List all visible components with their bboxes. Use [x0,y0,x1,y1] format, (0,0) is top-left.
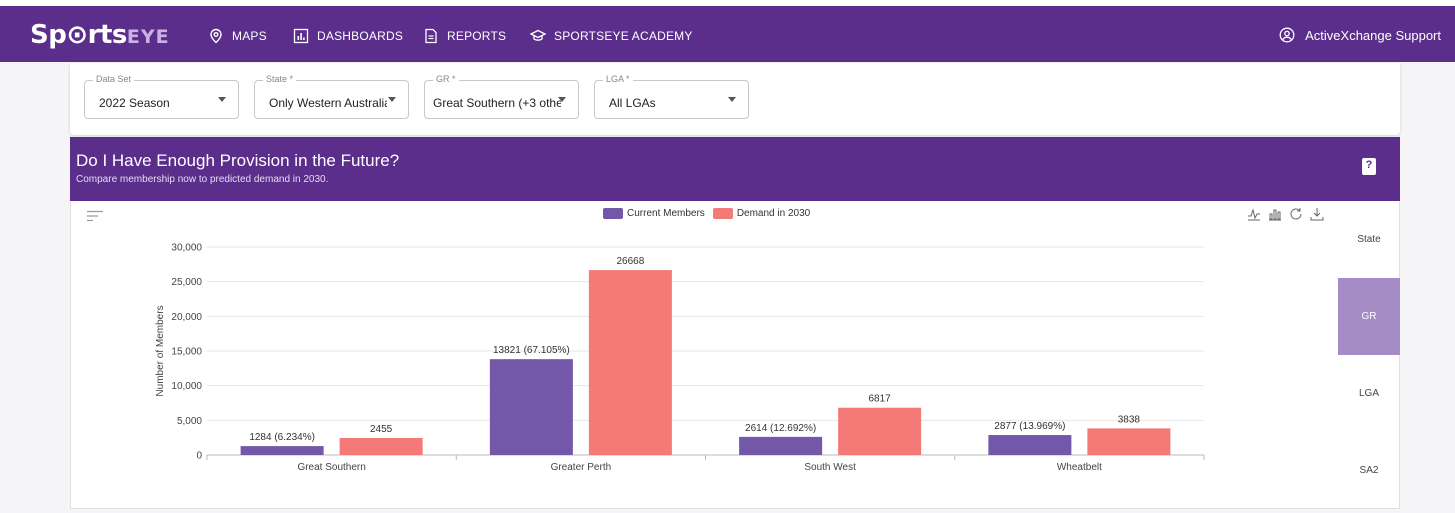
bar-current-members[interactable] [739,436,823,455]
help-icon[interactable]: ? [1362,158,1376,175]
nav-maps-label: MAPS [232,29,267,43]
state-select-label: State * [263,74,297,84]
y-tick-label: 0 [196,451,202,462]
tab-state-label: State [1357,234,1381,245]
bar-demand-2030[interactable] [1087,428,1171,455]
bar-current-members[interactable] [489,359,573,455]
document-icon [425,28,437,44]
bar-current-members[interactable] [240,446,324,455]
tab-gr[interactable]: GR [1338,278,1400,355]
user-avatar-icon [1279,27,1295,43]
bar-current-members[interactable] [988,435,1072,455]
tab-sa2-label: SA2 [1359,465,1379,476]
chevron-down-icon [218,97,226,102]
chart-card: Current Members Demand in 2030 0 5,000 10,… [70,201,1338,509]
dataset-select-value: 2022 Season [99,96,170,110]
tab-state[interactable]: State [1338,201,1400,278]
bar-demand-2030[interactable] [838,407,922,455]
user-menu[interactable]: ActiveXchange Support [1279,27,1441,43]
nav-dashboards[interactable]: DASHBOARDS [293,28,403,44]
top-navigation-bar: Sp⊙rtsEYE MAPS DASHBOARDS REPORTS SPORTS… [0,0,1455,62]
chevron-down-icon [558,97,566,102]
logo-text: Sp⊙rts [30,20,127,50]
state-select-value: Only Western Australia [269,96,387,110]
chevron-down-icon [728,97,736,102]
nav-reports[interactable]: REPORTS [423,28,506,44]
y-tick-label: 5,000 [177,416,202,427]
level-tabs: State GR LGA SA2 [1338,201,1400,509]
data-label: 13821 (67.105%) [493,345,570,356]
panel-subtitle: Compare membership now to predicted dema… [76,174,329,185]
bar-demand-2030[interactable] [588,270,672,455]
tab-sa2[interactable]: SA2 [1338,432,1400,509]
dataset-select-label: Data Set [93,74,135,84]
logo-eye-text: EYE [126,26,170,48]
tab-lga[interactable]: LGA [1338,355,1400,432]
panel-header: Do I Have Enough Provision in the Future… [70,137,1400,201]
bar-demand-2030[interactable] [339,437,423,455]
y-tick-label: 25,000 [171,277,202,288]
bar-chart: 0 5,000 10,000 15,000 20,000 25,000 30,000 Numb… [155,243,1205,473]
dashboard-icon [293,28,309,44]
sportseye-logo[interactable]: Sp⊙rtsEYE [30,20,170,50]
state-select[interactable]: State * Only Western Australia [254,74,409,119]
nav-dashboards-label: DASHBOARDS [317,29,404,43]
data-label: 1284 (6.234%) [249,432,315,443]
graduation-cap-icon [530,29,546,41]
data-label: 2614 (12.692%) [745,423,816,434]
tab-gr-label: GR [1361,311,1377,322]
gr-select[interactable]: GR * Great Southern (+3 othe... [424,74,579,119]
lga-select[interactable]: LGA * All LGAs [594,74,749,119]
data-label: 26668 [616,256,644,267]
lga-select-value: All LGAs [609,96,656,110]
gr-select-label: GR * [433,74,459,84]
y-tick-label: 30,000 [171,243,202,254]
gr-select-value: Great Southern (+3 othe... [433,96,561,110]
lga-select-label: LGA * [603,74,633,84]
map-pin-icon [210,28,222,44]
data-label: 6817 [869,394,892,405]
y-tick-label: 10,000 [171,381,202,392]
data-label: 3838 [1118,414,1141,425]
y-tick-label: 15,000 [171,347,202,358]
y-axis-label: Number of Members [155,305,166,396]
data-label: 2455 [370,424,393,435]
x-tick-label: South West [804,462,856,473]
chevron-down-icon [388,97,396,102]
user-name: ActiveXchange Support [1305,27,1441,43]
x-tick-label: Great Southern [297,462,365,473]
nav-academy[interactable]: SPORTSEYE ACADEMY [530,28,693,44]
x-tick-label: Greater Perth [551,462,612,473]
filter-bar: Data Set 2022 Season State * Only Wester… [70,63,1400,135]
x-tick-label: Wheatbelt [1057,462,1102,473]
data-label: 2877 (13.969%) [994,421,1065,432]
tab-lga-label: LGA [1358,388,1379,399]
panel-title: Do I Have Enough Provision in the Future… [76,151,400,170]
nav-reports-label: REPORTS [447,29,507,43]
nav-maps[interactable]: MAPS [208,28,267,44]
y-tick-label: 20,000 [171,312,202,323]
dataset-select[interactable]: Data Set 2022 Season [84,74,239,119]
nav-academy-label: SPORTSEYE ACADEMY [554,29,693,43]
